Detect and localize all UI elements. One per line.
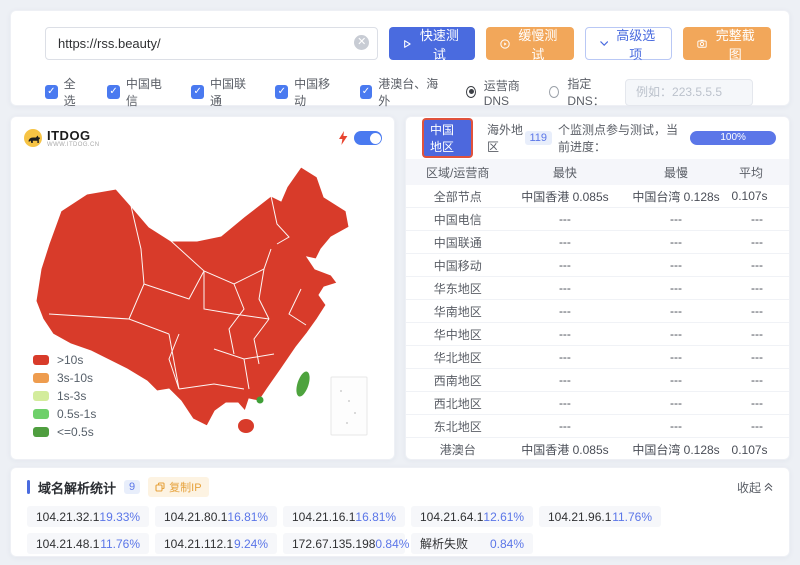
logo-subtitle: WWW.ITDOG.CN bbox=[47, 142, 99, 148]
table-row: 全部节点中国香港 0.085s中国台湾 0.128s0.107s bbox=[406, 185, 789, 208]
progress-bar: 100% bbox=[690, 131, 776, 145]
dns-stats-title: 域名解析统计 bbox=[38, 478, 116, 497]
checkbox-checked-icon: ✓ bbox=[360, 85, 373, 99]
checkbox-checked-icon: ✓ bbox=[45, 85, 58, 99]
progress-label: 个监测点参与测试，当前进度： bbox=[558, 121, 684, 155]
table-row: 华中地区--------- bbox=[406, 323, 789, 346]
checkbox-china-mobile[interactable]: ✓中国移动 bbox=[275, 75, 337, 109]
chevron-down-icon bbox=[600, 40, 608, 47]
camera-icon bbox=[697, 38, 707, 49]
dog-logo-icon bbox=[23, 128, 43, 148]
lightning-icon bbox=[338, 131, 348, 145]
logo-title: ITDOG bbox=[47, 129, 99, 142]
dns-stats-card: 域名解析统计 9 复制IP 收起 104.21.32.119.33% 104.2… bbox=[10, 467, 790, 557]
play-icon bbox=[403, 39, 411, 49]
hainan-island bbox=[238, 419, 254, 433]
legend-item: <=0.5s bbox=[33, 423, 96, 441]
circle-play-icon bbox=[500, 38, 510, 50]
table-row: 华北地区--------- bbox=[406, 346, 789, 369]
table-row: 港澳台中国香港 0.085s中国台湾 0.128s0.107s bbox=[406, 438, 789, 461]
test-toolbar-card: ✕ 快速测试 缓慢测试 高级选项 完整截图 ✓全选 ✓中国电信 ✓中国联通 ✓中… bbox=[10, 10, 790, 106]
tab-china-region[interactable]: 中国地区 bbox=[422, 118, 473, 158]
table-row: 中国联通--------- bbox=[406, 231, 789, 254]
itdog-logo: ITDOG WWW.ITDOG.CN bbox=[23, 128, 99, 148]
url-input[interactable] bbox=[45, 27, 378, 60]
hongkong-node-marker bbox=[257, 397, 264, 404]
ip-count-badge: 9 bbox=[124, 480, 140, 494]
checkbox-china-unicom[interactable]: ✓中国联通 bbox=[191, 75, 253, 109]
ip-entry: 104.21.112.19.24% bbox=[155, 533, 277, 554]
legend-item: >10s bbox=[33, 351, 96, 369]
copy-icon bbox=[155, 482, 165, 492]
table-row: 中国电信--------- bbox=[406, 208, 789, 231]
table-row: 华南地区--------- bbox=[406, 300, 789, 323]
section-accent-bar bbox=[27, 480, 30, 494]
map-card: ITDOG WWW.ITDOG.CN bbox=[10, 116, 395, 460]
quick-test-button[interactable]: 快速测试 bbox=[389, 27, 475, 60]
copy-ip-button[interactable]: 复制IP bbox=[148, 477, 208, 497]
table-row: 中国移动--------- bbox=[406, 254, 789, 277]
ip-entry: 172.67.135.1980.84% bbox=[283, 533, 405, 554]
ip-entry: 104.21.96.111.76% bbox=[539, 506, 661, 527]
checkbox-checked-icon: ✓ bbox=[107, 85, 120, 99]
legend-color-green bbox=[33, 409, 49, 419]
legend-item: 0.5s-1s bbox=[33, 405, 96, 423]
table-row: 东北地区--------- bbox=[406, 415, 789, 438]
ip-entry: 解析失败0.84% bbox=[411, 533, 533, 554]
legend-color-red bbox=[33, 355, 49, 365]
results-card: 中国地区 海外地区 119 个监测点参与测试，当前进度： 100% 区域/运营商… bbox=[405, 116, 790, 460]
table-row: 华东地区--------- bbox=[406, 277, 789, 300]
custom-dns-input[interactable] bbox=[625, 79, 753, 106]
ip-entry: 104.21.80.116.81% bbox=[155, 506, 277, 527]
table-row: 西南地区--------- bbox=[406, 369, 789, 392]
results-table-header: 区域/运营商 最快 最慢 平均 bbox=[406, 159, 789, 185]
collapse-button[interactable]: 收起 bbox=[737, 479, 773, 496]
south-china-sea-inset bbox=[331, 377, 367, 435]
ip-entry: 104.21.48.111.76% bbox=[27, 533, 149, 554]
checkbox-select-all[interactable]: ✓全选 bbox=[45, 75, 85, 109]
ip-resolution-list: 104.21.32.119.33% 104.21.80.116.81% 104.… bbox=[27, 506, 677, 554]
legend-color-orange bbox=[33, 373, 49, 383]
carrier-dns-label: 运营商DNS bbox=[484, 77, 534, 108]
checkbox-hmt-overseas[interactable]: ✓港澳台、海外 bbox=[360, 75, 444, 109]
radio-custom-dns[interactable] bbox=[549, 86, 559, 98]
legend-color-lightgreen bbox=[33, 391, 49, 401]
collapse-up-icon bbox=[764, 482, 773, 492]
slow-test-button[interactable]: 缓慢测试 bbox=[486, 27, 574, 60]
legend-item: 3s-10s bbox=[33, 369, 96, 387]
ip-entry: 104.21.32.119.33% bbox=[27, 506, 149, 527]
taiwan-island bbox=[294, 370, 312, 398]
monitor-count-badge: 119 bbox=[525, 131, 553, 145]
toggle-knob bbox=[370, 133, 381, 144]
checkbox-checked-icon: ✓ bbox=[191, 85, 204, 99]
radio-carrier-dns[interactable] bbox=[466, 86, 476, 98]
custom-dns-label: 指定DNS： bbox=[567, 75, 617, 109]
full-screenshot-button[interactable]: 完整截图 bbox=[683, 27, 771, 60]
checkbox-checked-icon: ✓ bbox=[275, 85, 288, 99]
table-row: 西北地区--------- bbox=[406, 392, 789, 415]
checkbox-china-telecom[interactable]: ✓中国电信 bbox=[107, 75, 169, 109]
legend-item: 1s-3s bbox=[33, 387, 96, 405]
latency-legend: >10s 3s-10s 1s-3s 0.5s-1s <=0.5s bbox=[33, 351, 96, 441]
results-table-body: 全部节点中国香港 0.085s中国台湾 0.128s0.107s 中国电信---… bbox=[406, 185, 789, 459]
ip-entry: 104.21.64.112.61% bbox=[411, 506, 533, 527]
legend-color-darkgreen bbox=[33, 427, 49, 437]
advanced-options-button[interactable]: 高级选项 bbox=[585, 27, 673, 60]
ip-entry: 104.21.16.116.81% bbox=[283, 506, 405, 527]
tab-overseas-region[interactable]: 海外地区 bbox=[487, 121, 525, 155]
map-mode-toggle[interactable] bbox=[354, 131, 382, 145]
